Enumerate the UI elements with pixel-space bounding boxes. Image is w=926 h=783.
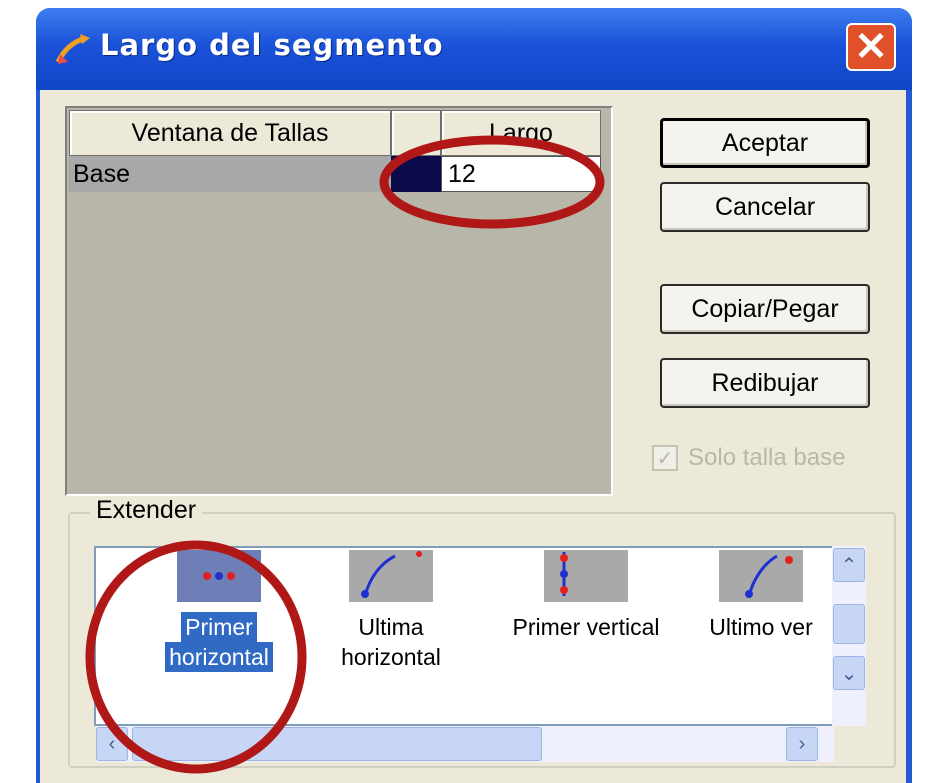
annotation-circle-primer-horizontal xyxy=(85,540,307,774)
annotation-overlay xyxy=(85,135,605,774)
annotation-circle-largo xyxy=(379,135,605,229)
